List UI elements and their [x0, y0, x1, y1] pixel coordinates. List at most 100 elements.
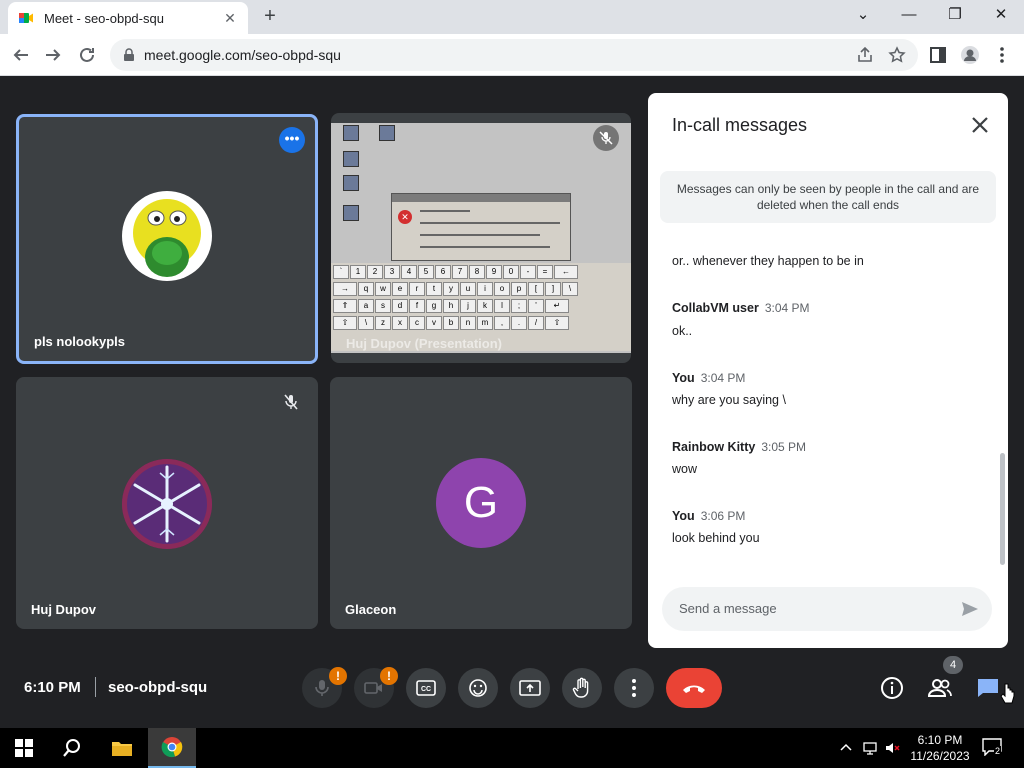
- restore-button[interactable]: ❐: [932, 0, 978, 30]
- in-call-messages-panel: In-call messages Messages can only be se…: [648, 93, 1008, 648]
- forward-button[interactable]: [38, 40, 68, 70]
- info-icon: [881, 677, 903, 699]
- search-icon: [63, 739, 80, 757]
- message-time: 3:04 PM: [764, 301, 810, 315]
- back-button[interactable]: [6, 40, 36, 70]
- people-icon: [927, 679, 952, 697]
- snowflake-avatar-icon: [122, 459, 212, 549]
- chrome-menu-icon[interactable]: [992, 45, 1012, 65]
- meeting-clock: 6:10 PM: [24, 679, 81, 696]
- share-icon[interactable]: [856, 46, 874, 64]
- minimize-button[interactable]: —: [886, 0, 932, 30]
- more-options-icon[interactable]: •••: [279, 127, 305, 153]
- new-tab-button[interactable]: +: [258, 6, 282, 28]
- volume-muted-icon[interactable]: [884, 740, 900, 756]
- reload-button[interactable]: [72, 40, 102, 70]
- meet-main: ••• pls nolookypls ✕ ` 1 2 3 4 5 6 7 8 9 0- = ←: [0, 77, 1024, 727]
- action-center-button[interactable]: 2: [982, 738, 1006, 758]
- file-explorer-button[interactable]: [98, 728, 146, 768]
- meeting-details-button[interactable]: [877, 673, 907, 703]
- message-sender: You 3:04 PM: [672, 371, 746, 385]
- windows-taskbar: 6:10 PM 11/26/2023 2: [0, 728, 1024, 768]
- close-icon[interactable]: [970, 115, 990, 135]
- presentation-tile[interactable]: ✕ ` 1 2 3 4 5 6 7 8 9 0- = ← → q w e r t y u i o p[] \ ⇑ a s d f g h j…: [331, 113, 631, 363]
- message-input[interactable]: Send a message: [662, 587, 992, 631]
- participant-tile-pls-nolookypls[interactable]: ••• pls nolookypls: [16, 114, 318, 364]
- tab-close-icon[interactable]: ✕: [222, 10, 238, 27]
- more-options-button[interactable]: [614, 668, 654, 708]
- sick-emoji-avatar-icon: [133, 199, 201, 277]
- desktop-icon-network: [333, 205, 369, 222]
- desktop-icon-trash: [333, 151, 369, 168]
- mouse-cursor-icon: [1000, 683, 1015, 704]
- emoji-reaction-button[interactable]: [458, 668, 498, 708]
- mic-off-icon: [282, 393, 302, 413]
- present-screen-button[interactable]: [510, 668, 550, 708]
- chat-button[interactable]: [973, 673, 1003, 703]
- avatar: [122, 459, 212, 549]
- browser-tab-strip: Meet - seo-obpd-squ ✕ + ⌄ — ❐ ✕: [0, 0, 1024, 34]
- vertical-dots-icon: [632, 679, 636, 697]
- browser-tab[interactable]: Meet - seo-obpd-squ ✕: [8, 2, 248, 34]
- meeting-code: seo-obpd-squ: [108, 679, 208, 696]
- desktop-icon-touch: [333, 175, 369, 192]
- avatar-letter: G: [436, 458, 526, 548]
- bookmark-star-icon[interactable]: [888, 46, 906, 64]
- chat-notice: Messages can only be seen by people in t…: [660, 171, 996, 223]
- chrome-taskbar-button[interactable]: [148, 728, 196, 768]
- message-time: 3:04 PM: [700, 371, 746, 385]
- windows-logo-icon: [15, 739, 33, 757]
- start-button[interactable]: [0, 728, 48, 768]
- presentation-screen: ✕ ` 1 2 3 4 5 6 7 8 9 0- = ← → q w e r t y u i o p[] \ ⇑ a s d f g h j…: [331, 123, 631, 353]
- send-icon[interactable]: [960, 599, 980, 619]
- camera-warning-icon[interactable]: !: [380, 667, 398, 685]
- raise-hand-button[interactable]: [562, 668, 602, 708]
- message-text: or.. whenever they happen to be in: [672, 254, 864, 268]
- participant-name: pls nolookypls: [34, 334, 126, 349]
- divider: [95, 677, 96, 697]
- message-text: wow: [672, 462, 698, 476]
- emoji-icon: [469, 679, 487, 697]
- people-count-badge: 4: [943, 656, 963, 674]
- participant-name: Glaceon: [345, 602, 397, 617]
- folder-icon: [112, 742, 132, 756]
- participant-tile-huj-dupov[interactable]: Huj Dupov: [16, 377, 318, 629]
- tray-chevron-up-icon[interactable]: [838, 740, 854, 756]
- desktop-icon-power: [369, 125, 405, 142]
- participant-name: Huj Dupov: [31, 602, 96, 617]
- close-window-button[interactable]: ✕: [978, 0, 1024, 30]
- error-dialog: ✕: [391, 193, 571, 261]
- message-text: ok..: [672, 324, 693, 338]
- leave-call-button[interactable]: [666, 668, 722, 708]
- reload-icon: [80, 47, 94, 62]
- address-bar[interactable]: meet.google.com/seo-obpd-squ: [110, 39, 918, 71]
- tab-search-chevron-icon[interactable]: ⌄: [840, 0, 886, 30]
- captions-button[interactable]: CC: [406, 668, 446, 708]
- chat-scrollbar[interactable]: [1000, 453, 1005, 565]
- message-sender: You 3:06 PM: [672, 509, 746, 523]
- chrome-icon: [161, 737, 183, 758]
- message-text: why are you saying \: [672, 393, 786, 407]
- mic-warning-icon[interactable]: !: [329, 667, 347, 685]
- profile-avatar-icon[interactable]: [960, 45, 980, 65]
- message-time: 3:05 PM: [761, 440, 807, 454]
- search-button[interactable]: [48, 728, 96, 768]
- taskbar-clock[interactable]: 6:10 PM 11/26/2023: [910, 732, 970, 764]
- url-text: meet.google.com/seo-obpd-squ: [144, 47, 341, 63]
- participant-tile-glaceon[interactable]: G Glaceon: [330, 377, 632, 629]
- side-panel-icon[interactable]: [928, 45, 948, 65]
- svg-text:CC: CC: [421, 686, 431, 693]
- message-input-placeholder: Send a message: [679, 601, 777, 616]
- hang-up-icon: [683, 685, 705, 693]
- back-arrow-icon: [13, 49, 28, 61]
- panel-title: In-call messages: [672, 115, 808, 135]
- notification-count: 2: [994, 746, 1002, 756]
- camera-icon: [364, 682, 382, 694]
- captions-icon: CC: [416, 680, 436, 696]
- message-time: 3:06 PM: [700, 509, 746, 523]
- lock-icon: [124, 48, 134, 61]
- network-icon[interactable]: [862, 740, 878, 756]
- people-button[interactable]: [925, 673, 955, 703]
- forward-arrow-icon: [46, 49, 61, 61]
- participant-name: Huj Dupov (Presentation): [346, 336, 503, 351]
